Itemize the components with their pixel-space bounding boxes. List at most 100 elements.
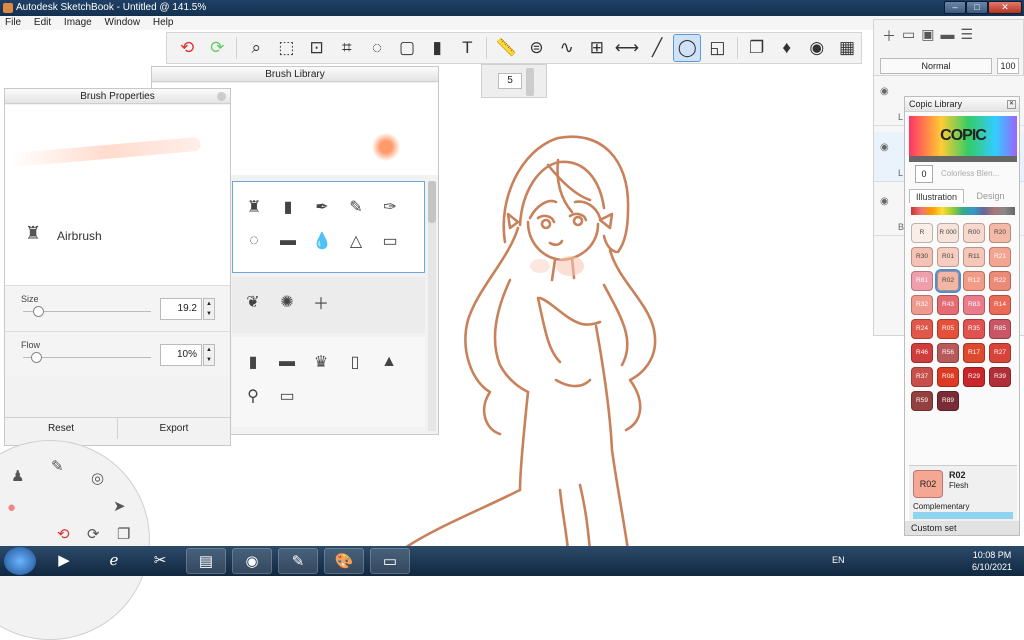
select-arrow-icon[interactable]: ➤ [113,497,126,515]
flow-stepper[interactable]: ▲ ▼ [203,344,215,366]
zoom-icon[interactable]: ⌕ [242,34,270,62]
size-value-field[interactable]: 19.2 [160,298,202,320]
eye-icon[interactable]: ◉ [880,86,889,97]
texture-brush-icon[interactable]: ❦ [236,285,270,319]
redo-icon[interactable]: ⟳ [203,34,231,62]
copic-swatch[interactable]: R89 [937,391,959,411]
reset-button[interactable]: Reset [5,418,117,439]
select-icon[interactable]: ⬚ [272,34,300,62]
ruler-icon[interactable]: 📏 [492,34,520,62]
undo-icon[interactable]: ⟲ [57,525,70,543]
fill-icon[interactable]: ▮ [423,34,451,62]
smudge-brush-icon[interactable]: △ [339,224,373,258]
eye-icon[interactable]: ◉ [880,142,889,153]
language-indicator[interactable]: EN [832,555,845,565]
menu-help[interactable]: Help [148,17,179,28]
copic-swatch[interactable]: R27 [989,343,1011,363]
start-button[interactable] [4,547,36,575]
custom-set-header[interactable]: Custom set [905,521,1019,535]
layers-icon[interactable]: ❐ [117,525,130,543]
perspective-icon[interactable]: ▢ [393,34,421,62]
eraser-brush-icon[interactable]: ▬ [271,224,305,258]
cone-brush-icon[interactable]: ▲ [372,345,406,379]
copic-swatch[interactable]: R05 [937,319,959,339]
size-slider-knob[interactable] [33,306,45,317]
ellipse-icon[interactable]: ⊜ [522,34,550,62]
copic-swatch[interactable]: R59 [911,391,933,411]
copic-swatch[interactable]: R20 [989,223,1011,243]
flat-brush-icon[interactable]: ▬ [270,345,304,379]
flow-slider-knob[interactable] [30,352,42,363]
copic-swatch[interactable]: R02 [935,269,961,293]
copic-swatch[interactable]: R83 [963,295,985,315]
file-explorer-icon[interactable]: ▤ [186,548,226,574]
paint-brush-icon[interactable]: ▮ [236,345,270,379]
fan-brush-icon[interactable]: ⚲ [236,379,270,413]
add-image-icon[interactable]: ▣ [921,26,934,46]
copic-swatch[interactable]: R56 [937,343,959,363]
copic-swatch[interactable]: R00 [963,223,985,243]
copic-swatch[interactable]: R12 [963,271,985,291]
copic-swatch[interactable]: R32 [911,295,933,315]
eye-icon[interactable]: ◉ [880,196,889,207]
app-window-icon[interactable]: ▭ [370,548,410,574]
redo-icon[interactable]: ⟳ [87,525,100,543]
current-swatch[interactable]: R02 [913,470,943,498]
copic-swatch[interactable]: R11 [963,247,985,267]
curve-icon[interactable]: ∿ [553,34,581,62]
copic-swatch[interactable]: R85 [989,319,1011,339]
copic-swatch[interactable]: R30 [911,247,933,267]
brush-size-popup[interactable]: 5 [481,64,547,98]
undo-icon[interactable]: ⟲ [173,34,201,62]
colorless-blender[interactable]: 0 Colorless Blen... [911,165,1015,185]
copic-swatch[interactable]: R 0000 [911,223,933,254]
add-group-icon[interactable]: ▭ [902,26,915,46]
wide-brush-icon[interactable]: ▭ [270,379,304,413]
copic-swatch[interactable]: R21 [989,247,1011,267]
blender-brush-icon[interactable]: ▭ [373,224,407,258]
paint-icon[interactable]: 🎨 [324,548,364,574]
size-slider[interactable] [23,306,151,317]
lasso-icon[interactable]: ◌ [363,34,391,62]
layers-icon[interactable]: ❐ [743,34,771,62]
copic-swatch[interactable]: R81 [911,271,933,291]
pencil-brush-icon[interactable]: ✎ [339,190,373,224]
size-stepper[interactable]: ▲ ▼ [203,298,215,320]
chrome-icon[interactable]: ◉ [232,548,272,574]
brush-library-scrollbar[interactable] [428,181,436,431]
tab-design[interactable]: Design [964,189,1017,203]
spiral-brush-icon[interactable]: ✺ [270,285,304,319]
menu-image[interactable]: Image [59,17,97,28]
close-icon[interactable]: ✕ [1007,100,1016,109]
close-button[interactable]: ✕ [988,1,1022,14]
maximize-button[interactable]: □ [966,1,988,14]
complementary-bar[interactable] [913,512,1013,519]
copic-swatch[interactable]: R39 [989,367,1011,387]
media-player-icon[interactable]: ▶ [44,548,84,574]
transform-icon[interactable]: ⊡ [303,34,331,62]
fine-pen-icon[interactable]: ✑ [373,190,407,224]
scrollbar-thumb[interactable] [428,181,436,223]
ink-brush-icon[interactable]: ♜ [237,190,271,224]
copic-swatch[interactable]: R14 [989,295,1011,315]
predictive-stroke-icon[interactable]: ◯ [673,34,702,62]
export-button[interactable]: Export [117,418,230,439]
brush-puck-icon[interactable]: ♟ [11,467,24,485]
copic-collapse-bar[interactable] [909,156,1017,162]
copic-swatch[interactable]: R35 [963,319,985,339]
tab-illustration[interactable]: Illustration [909,189,964,203]
menu-window[interactable]: Window [100,17,146,28]
add-layer-icon[interactable]: ＋ [882,26,896,46]
blend-mode-select[interactable]: Normal [880,58,992,74]
grid-icon[interactable]: ⊞ [583,34,611,62]
clear-layer-icon[interactable]: ▬ [940,26,954,46]
brush-size-slider[interactable] [526,68,534,96]
sketchbook-icon[interactable]: ✎ [278,548,318,574]
symmetry-icon[interactable]: ⟷ [613,34,641,62]
menu-edit[interactable]: Edit [29,17,56,28]
copic-swatch[interactable]: R43 [937,295,959,315]
copic-library-icon[interactable]: ▦ [833,34,861,62]
clock[interactable]: 10:08 PM 6/10/2021 [968,549,1016,573]
menu-file[interactable]: File [0,17,26,28]
copic-swatch[interactable]: R08 [937,367,959,387]
